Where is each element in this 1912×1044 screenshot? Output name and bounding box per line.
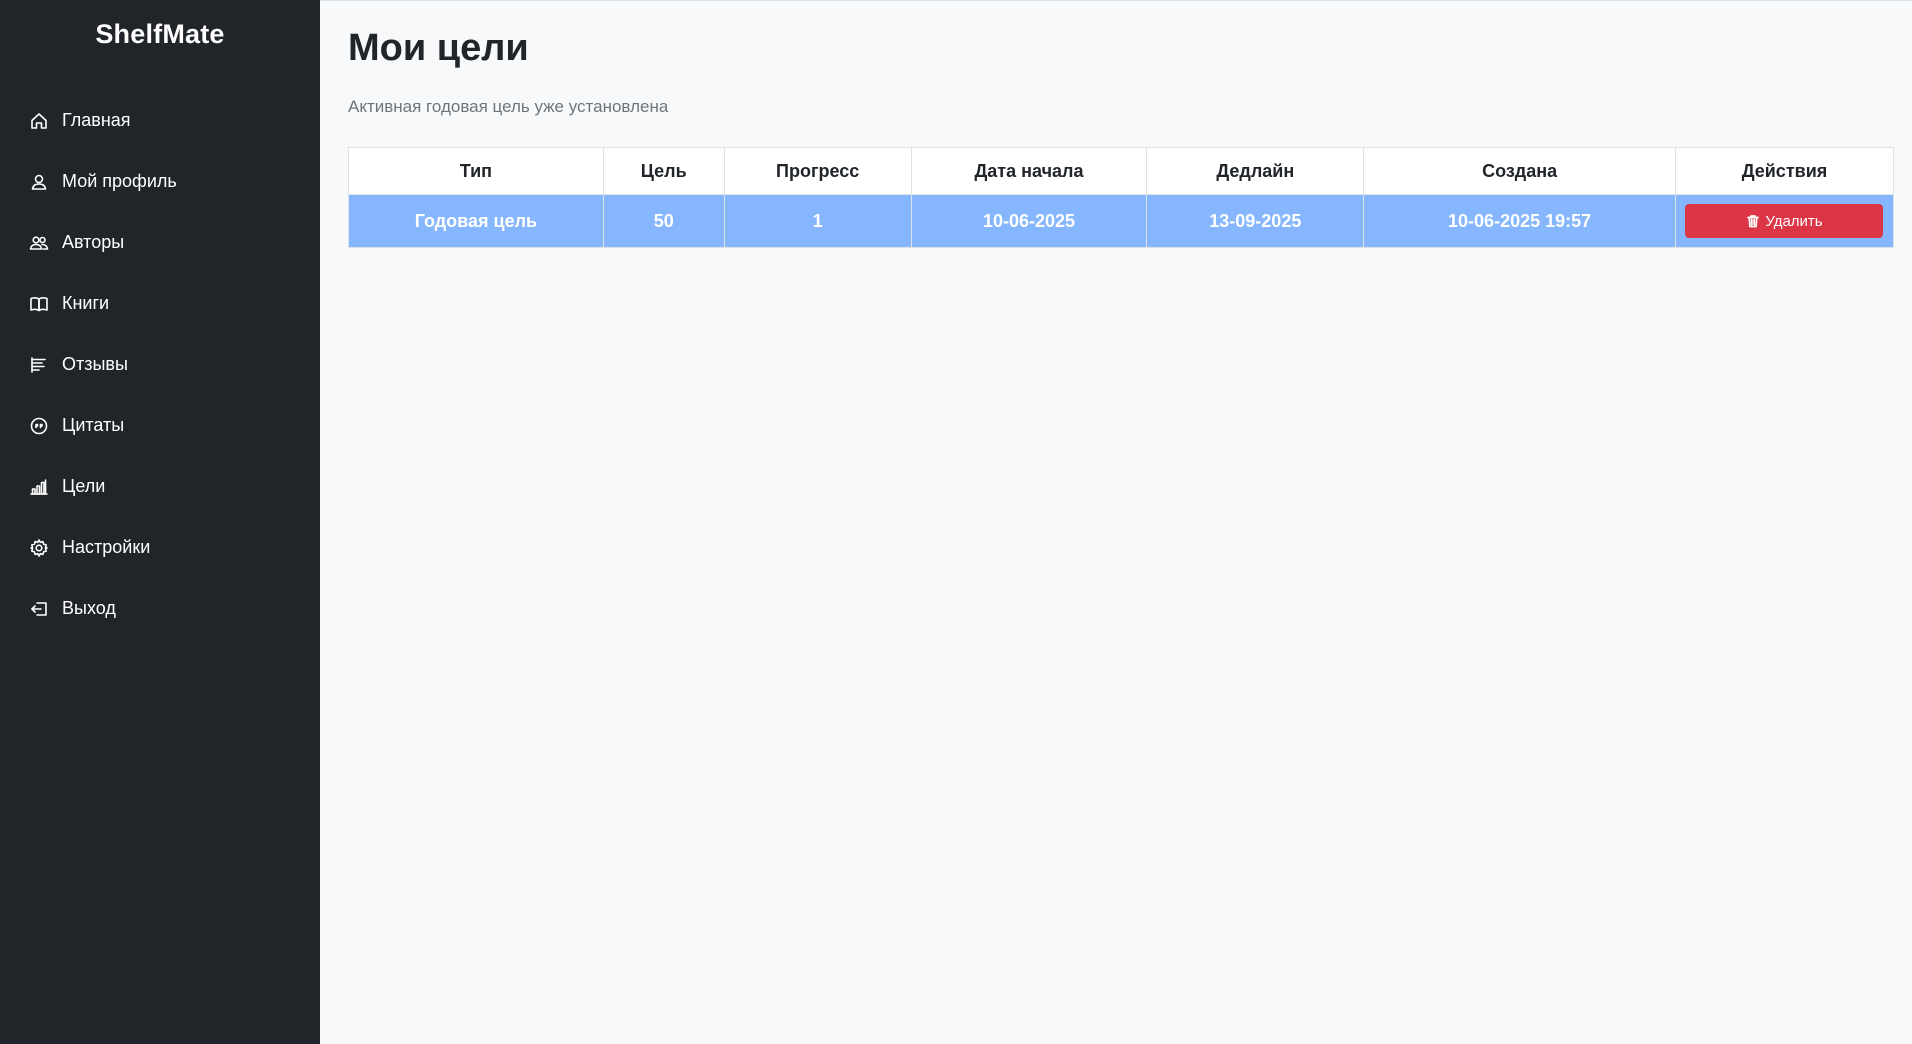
sidebar-item-logout[interactable]: Выход — [0, 578, 320, 639]
sidebar-item-reviews[interactable]: Отзывы — [0, 334, 320, 395]
people-icon — [29, 233, 49, 253]
bar-chart-icon — [29, 477, 49, 497]
sidebar-item-profile[interactable]: Мой профиль — [0, 151, 320, 212]
goals-table: Тип Цель Прогресс Дата начала Дедлайн Со… — [348, 147, 1895, 248]
sidebar-item-label: Отзывы — [62, 354, 128, 374]
delete-goal-button[interactable]: Удалить — [1685, 204, 1884, 238]
sidebar-item-label: Настройки — [62, 537, 151, 557]
sidebar-item-quotes[interactable]: Цитаты — [0, 395, 320, 456]
column-header-progress: Прогресс — [723, 147, 912, 195]
column-header-target: Цель — [602, 147, 725, 195]
table-header-row: Тип Цель Прогресс Дата начала Дедлайн Со… — [348, 147, 1895, 195]
sidebar-item-books[interactable]: Книги — [0, 273, 320, 334]
cell-target: 50 — [602, 194, 725, 248]
sidebar-item-label: Книги — [62, 293, 110, 313]
cell-deadline: 13-09-2025 — [1146, 194, 1365, 248]
sidebar: ShelfMate Главная Мой профиль Авторы Кни… — [0, 0, 320, 1044]
trash-icon — [1747, 215, 1760, 228]
column-header-start-date: Дата начала — [910, 147, 1148, 195]
sidebar-item-label: Выход — [62, 598, 116, 618]
user-icon — [29, 172, 49, 192]
cell-actions: Удалить — [1674, 194, 1895, 248]
quote-icon — [29, 416, 49, 436]
sidebar-item-label: Мой профиль — [62, 171, 177, 191]
column-header-created: Создана — [1363, 147, 1676, 195]
logout-icon — [29, 599, 49, 619]
sidebar-item-goals[interactable]: Цели — [0, 456, 320, 517]
cell-type: Годовая цель — [348, 194, 604, 248]
sidebar-item-settings[interactable]: Настройки — [0, 517, 320, 578]
page-subtitle: Активная годовая цель уже установлена — [348, 97, 669, 116]
column-header-type: Тип — [348, 147, 604, 195]
book-icon — [29, 294, 49, 314]
sidebar-nav: Главная Мой профиль Авторы Книги Отзывы — [0, 90, 320, 639]
cell-progress: 1 — [723, 194, 912, 248]
home-icon — [29, 111, 49, 131]
brand-logo[interactable]: ShelfMate — [0, 0, 320, 72]
sidebar-item-home[interactable]: Главная — [0, 90, 320, 151]
sidebar-item-label: Цитаты — [62, 415, 125, 435]
sidebar-item-label: Главная — [62, 110, 131, 130]
page-title: Мои цели — [348, 27, 529, 69]
cell-start-date: 10-06-2025 — [910, 194, 1148, 248]
main-content: Мои цели Активная годовая цель уже устан… — [320, 0, 1912, 1044]
sidebar-item-label: Цели — [62, 476, 106, 496]
column-header-actions: Действия — [1674, 147, 1895, 195]
cell-created: 10-06-2025 19:57 — [1363, 194, 1676, 248]
review-icon — [29, 355, 49, 375]
delete-button-label: Удалить — [1765, 212, 1823, 230]
gear-icon — [29, 538, 49, 558]
table-row: Годовая цель 50 1 10-06-2025 13-09-2025 … — [348, 194, 1895, 248]
sidebar-item-label: Авторы — [62, 232, 125, 252]
column-header-deadline: Дедлайн — [1146, 147, 1365, 195]
sidebar-item-authors[interactable]: Авторы — [0, 212, 320, 273]
